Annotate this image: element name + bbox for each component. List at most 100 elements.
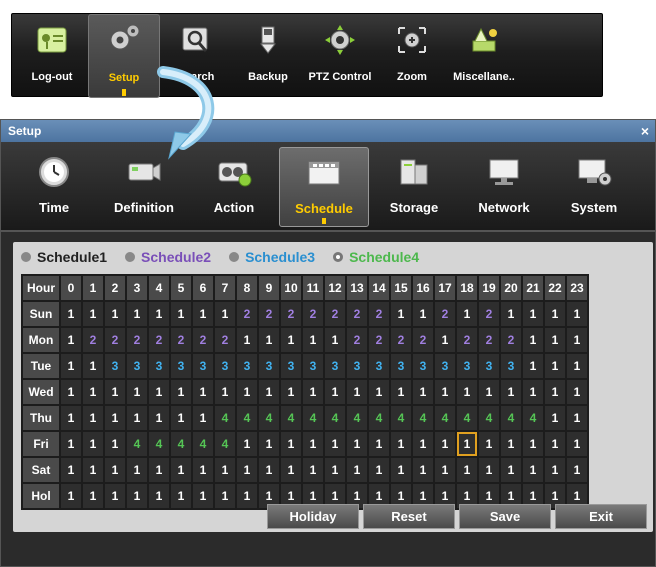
schedule-cell[interactable]: 1 (567, 302, 587, 326)
menu-logout[interactable]: Log-out (16, 17, 88, 93)
schedule-cell[interactable]: 3 (501, 354, 521, 378)
schedule-cell[interactable]: 1 (127, 406, 147, 430)
schedule-cell[interactable]: 4 (369, 406, 389, 430)
schedule-cell[interactable]: 4 (501, 406, 521, 430)
schedule-cell[interactable]: 3 (347, 354, 367, 378)
schedule-cell[interactable]: 3 (149, 354, 169, 378)
tab-network[interactable]: Network (459, 147, 549, 227)
schedule-cell[interactable]: 1 (193, 406, 213, 430)
schedule-cell[interactable]: 1 (501, 458, 521, 482)
schedule-cell[interactable]: 1 (215, 380, 235, 404)
schedule-cell[interactable]: 1 (237, 380, 257, 404)
schedule-cell[interactable]: 2 (193, 328, 213, 352)
schedule-cell[interactable]: 1 (545, 458, 565, 482)
schedule-cell[interactable]: 1 (413, 302, 433, 326)
schedule-cell[interactable]: 1 (523, 354, 543, 378)
schedule-cell[interactable]: 1 (215, 458, 235, 482)
schedule-cell[interactable]: 1 (479, 432, 499, 456)
schedule-cell[interactable]: 4 (237, 406, 257, 430)
schedule-cell[interactable]: 1 (325, 458, 345, 482)
schedule-cell[interactable]: 1 (567, 354, 587, 378)
schedule-cell[interactable]: 3 (303, 354, 323, 378)
menu-setup[interactable]: Setup (88, 14, 160, 98)
schedule-cell[interactable]: 1 (105, 380, 125, 404)
schedule-cell[interactable]: 1 (105, 458, 125, 482)
schedule-cell[interactable]: 3 (457, 354, 477, 378)
schedule-cell[interactable]: 1 (567, 432, 587, 456)
menu-ptz-control[interactable]: PTZ Control (304, 17, 376, 93)
schedule-cell[interactable]: 1 (281, 432, 301, 456)
schedule-cell[interactable]: 1 (435, 380, 455, 404)
schedule-cell[interactable]: 3 (479, 354, 499, 378)
schedule-cell[interactable]: 1 (545, 302, 565, 326)
schedule-cell[interactable]: 3 (237, 354, 257, 378)
schedule-cell[interactable]: 2 (259, 302, 279, 326)
schedule-cell[interactable]: 4 (259, 406, 279, 430)
schedule-cell[interactable]: 1 (83, 302, 103, 326)
schedule-cell[interactable]: 1 (61, 302, 81, 326)
schedule-cell[interactable]: 1 (259, 432, 279, 456)
legend-schedule3[interactable]: Schedule3 (229, 249, 315, 265)
schedule-cell[interactable]: 1 (171, 380, 191, 404)
schedule-cell[interactable]: 4 (435, 406, 455, 430)
schedule-cell[interactable]: 1 (325, 380, 345, 404)
schedule-cell[interactable]: 2 (457, 328, 477, 352)
schedule-cell[interactable]: 1 (61, 458, 81, 482)
schedule-cell[interactable]: 1 (171, 406, 191, 430)
schedule-cell[interactable]: 4 (347, 406, 367, 430)
schedule-cell[interactable]: 1 (369, 432, 389, 456)
schedule-cell[interactable]: 3 (413, 354, 433, 378)
schedule-cell[interactable]: 1 (303, 432, 323, 456)
schedule-cell[interactable]: 2 (237, 302, 257, 326)
schedule-cell[interactable]: 4 (215, 406, 235, 430)
schedule-cell[interactable]: 3 (391, 354, 411, 378)
schedule-cell[interactable]: 1 (61, 406, 81, 430)
schedule-cell[interactable]: 2 (369, 302, 389, 326)
schedule-cell[interactable]: 1 (171, 302, 191, 326)
schedule-cell[interactable]: 3 (325, 354, 345, 378)
schedule-cell[interactable]: 2 (215, 328, 235, 352)
schedule-cell[interactable]: 1 (567, 458, 587, 482)
schedule-cell[interactable]: 1 (325, 328, 345, 352)
schedule-cell[interactable]: 1 (149, 380, 169, 404)
schedule-cell[interactable]: 1 (149, 458, 169, 482)
schedule-cell[interactable]: 4 (149, 432, 169, 456)
legend-schedule2[interactable]: Schedule2 (125, 249, 211, 265)
schedule-cell[interactable]: 3 (171, 354, 191, 378)
schedule-cell[interactable]: 1 (545, 432, 565, 456)
schedule-cell[interactable]: 1 (369, 458, 389, 482)
schedule-cell[interactable]: 4 (127, 432, 147, 456)
schedule-cell[interactable]: 2 (501, 328, 521, 352)
schedule-cell[interactable]: 1 (545, 380, 565, 404)
schedule-cell[interactable]: 1 (61, 328, 81, 352)
schedule-cell[interactable]: 1 (435, 458, 455, 482)
schedule-cell[interactable]: 1 (237, 328, 257, 352)
schedule-cell[interactable]: 1 (193, 302, 213, 326)
schedule-cell[interactable]: 2 (347, 302, 367, 326)
schedule-cell[interactable]: 1 (523, 328, 543, 352)
schedule-cell[interactable]: 1 (479, 380, 499, 404)
schedule-cell[interactable]: 1 (61, 354, 81, 378)
schedule-cell[interactable]: 1 (303, 380, 323, 404)
schedule-cell[interactable]: 1 (545, 406, 565, 430)
schedule-cell[interactable]: 1 (347, 458, 367, 482)
tab-action[interactable]: Action (189, 147, 279, 227)
schedule-cell[interactable]: 4 (391, 406, 411, 430)
schedule-cell[interactable]: 1 (391, 432, 411, 456)
schedule-cell[interactable]: 2 (171, 328, 191, 352)
schedule-cell[interactable]: 1 (457, 458, 477, 482)
schedule-cell[interactable]: 1 (479, 458, 499, 482)
tab-schedule[interactable]: Schedule (279, 147, 369, 227)
tab-system[interactable]: System (549, 147, 639, 227)
schedule-cell[interactable]: 1 (303, 458, 323, 482)
schedule-cell[interactable]: 1 (567, 328, 587, 352)
schedule-cell[interactable]: 1 (567, 380, 587, 404)
schedule-cell[interactable]: 1 (259, 458, 279, 482)
schedule-cell[interactable]: 1 (325, 432, 345, 456)
schedule-cell[interactable]: 1 (457, 380, 477, 404)
close-icon[interactable]: × (641, 120, 649, 142)
schedule-cell[interactable]: 1 (435, 432, 455, 456)
schedule-cell[interactable]: 2 (127, 328, 147, 352)
schedule-cell[interactable]: 1 (391, 380, 411, 404)
schedule-cell[interactable]: 2 (325, 302, 345, 326)
